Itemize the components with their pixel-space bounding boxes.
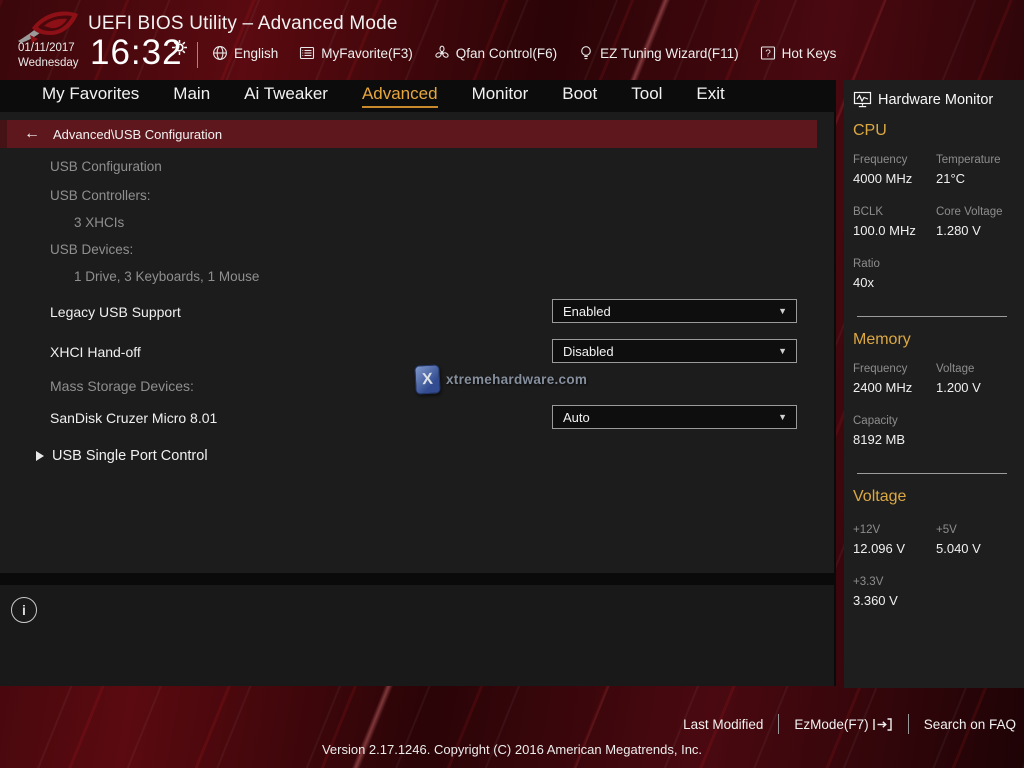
metric-voltage-5v: +5V 5.040 V (936, 524, 1024, 556)
metric-memory-voltage: Voltage 1.200 V (936, 363, 1024, 395)
cpu-metrics: Frequency 4000 MHz Temperature 21°C BCLK… (853, 154, 1024, 310)
toolbar-hotkeys[interactable]: ? Hot Keys (760, 45, 837, 61)
toolbar-qfan-label: Qfan Control(F6) (456, 46, 557, 61)
chevron-down-icon: ▼ (778, 306, 787, 316)
ezmode-label: EzMode(F7) (794, 717, 868, 732)
tab-exit[interactable]: Exit (696, 84, 724, 108)
hardware-monitor-title: Hardware Monitor (878, 92, 993, 108)
search-on-faq-button[interactable]: Search on FAQ (924, 717, 1016, 732)
info-icon: i (11, 597, 37, 623)
ezmode-button[interactable]: EzMode(F7) (794, 717, 892, 732)
dropdown-value: Disabled (563, 344, 614, 359)
dropdown-value: Auto (563, 410, 590, 425)
legacy-usb-support-dropdown[interactable]: Enabled ▼ (552, 299, 797, 323)
toolbar-myfavorite[interactable]: MyFavorite(F3) (299, 45, 413, 61)
app-title: UEFI BIOS Utility – Advanced Mode (88, 13, 398, 35)
date-text: 01/11/2017 (18, 41, 79, 56)
sandisk-device-dropdown[interactable]: Auto ▼ (552, 405, 797, 429)
tab-my-favorites[interactable]: My Favorites (42, 84, 139, 108)
datetime-date: 01/11/2017 Wednesday (18, 41, 79, 71)
section-divider (857, 316, 1007, 317)
main-menu-bar: My Favorites Main Ai Tweaker Advanced Mo… (0, 80, 836, 112)
tab-advanced[interactable]: Advanced (362, 84, 438, 108)
legacy-usb-support-label: Legacy USB Support (50, 304, 181, 320)
toolbar-qfan[interactable]: Qfan Control(F6) (434, 45, 557, 61)
watermark-x-logo: X (414, 364, 440, 394)
clock-time: 16:32 (90, 33, 183, 73)
globe-icon (212, 45, 228, 61)
watermark: X xtremehardware.com (415, 365, 587, 394)
fan-icon (434, 45, 450, 61)
usb-single-port-control-item[interactable]: USB Single Port Control (36, 448, 208, 464)
metric-voltage-3v3: +3.3V 3.360 V (853, 576, 936, 608)
main-column: My Favorites Main Ai Tweaker Advanced Mo… (0, 80, 836, 686)
xhci-handoff-dropdown[interactable]: Disabled ▼ (552, 339, 797, 363)
section-divider (857, 473, 1007, 474)
section-title-cpu: CPU (853, 122, 1024, 140)
settings-panel: ← Advanced\USB Configuration USB Configu… (0, 112, 834, 573)
submenu-arrow-icon (36, 451, 44, 461)
metric-memory-frequency: Frequency 2400 MHz (853, 363, 936, 395)
toolbar-divider (197, 42, 198, 68)
breadcrumb-path: Advanced\USB Configuration (53, 127, 222, 142)
toolbar-ez-tuning-label: EZ Tuning Wizard(F11) (600, 46, 739, 61)
chevron-down-icon: ▼ (778, 412, 787, 422)
tab-monitor[interactable]: Monitor (472, 84, 529, 108)
tab-boot[interactable]: Boot (562, 84, 597, 108)
section-title-memory: Memory (853, 331, 1024, 349)
footer-separator (908, 714, 909, 734)
metric-memory-capacity: Capacity 8192 MB (853, 415, 936, 447)
toolbar-language[interactable]: English (212, 45, 278, 61)
metric-cpu-core-voltage: Core Voltage 1.280 V (936, 206, 1024, 238)
header-toolbar: English MyFavorite(F3) Qfan Control(F6) (212, 40, 836, 66)
section-title-voltage: Voltage (853, 488, 1024, 506)
last-modified-button[interactable]: Last Modified (683, 717, 763, 732)
footer-links: Last Modified EzMode(F7) Search on FAQ (683, 711, 1016, 737)
watermark-text: xtremehardware.com (446, 372, 587, 387)
help-panel: i (0, 585, 834, 686)
xhci-handoff-label: XHCI Hand-off (50, 344, 141, 360)
usb-devices-value: 1 Drive, 3 Keyboards, 1 Mouse (74, 269, 259, 284)
favorites-list-icon (299, 45, 315, 61)
metric-cpu-temperature: Temperature 21°C (936, 154, 1024, 186)
usb-devices-heading: USB Devices: (50, 242, 133, 257)
tab-main[interactable]: Main (173, 84, 210, 108)
voltage-metrics: +12V 12.096 V +5V 5.040 V +3.3V 3.360 V (853, 524, 1024, 628)
metric-cpu-frequency: Frequency 4000 MHz (853, 154, 936, 186)
chevron-down-icon: ▼ (778, 346, 787, 356)
bios-screen: UEFI BIOS Utility – Advanced Mode 01/11/… (0, 0, 1024, 768)
lamp-icon (578, 45, 594, 61)
weekday-text: Wednesday (18, 56, 79, 71)
toolbar-myfavorite-label: MyFavorite(F3) (321, 46, 413, 61)
exit-arrow-icon (872, 717, 893, 732)
submenu-label: USB Single Port Control (52, 448, 208, 464)
tab-tool[interactable]: Tool (631, 84, 662, 108)
monitor-icon (853, 91, 872, 108)
toolbar-ez-tuning[interactable]: EZ Tuning Wizard(F11) (578, 45, 739, 61)
version-text: Version 2.17.1246. Copyright (C) 2016 Am… (0, 742, 1024, 757)
metric-voltage-12v: +12V 12.096 V (853, 524, 936, 556)
metric-cpu-ratio: Ratio 40x (853, 258, 936, 290)
toolbar-hotkeys-label: Hot Keys (782, 46, 837, 61)
memory-metrics: Frequency 2400 MHz Voltage 1.200 V Capac… (853, 363, 1024, 467)
footer-separator (778, 714, 779, 734)
hardware-monitor-sidebar: Hardware Monitor CPU Frequency 4000 MHz … (844, 80, 1024, 688)
gear-icon[interactable] (172, 40, 187, 55)
hardware-monitor-header: Hardware Monitor (844, 80, 1024, 108)
usb-controllers-value: 3 XHCIs (74, 215, 124, 230)
usb-configuration-heading: USB Configuration (50, 159, 162, 174)
dropdown-value: Enabled (563, 304, 611, 319)
mass-storage-heading: Mass Storage Devices: (50, 378, 194, 394)
metric-cpu-bclk: BCLK 100.0 MHz (853, 206, 936, 238)
usb-controllers-heading: USB Controllers: (50, 188, 151, 203)
breadcrumb: ← Advanced\USB Configuration (0, 120, 817, 148)
sandisk-device-label: SanDisk Cruzer Micro 8.01 (50, 410, 217, 426)
svg-text:?: ? (765, 49, 771, 60)
toolbar-language-label: English (234, 46, 278, 61)
tab-ai-tweaker[interactable]: Ai Tweaker (244, 84, 328, 108)
question-box-icon: ? (760, 45, 776, 61)
back-arrow-icon[interactable]: ← (24, 125, 40, 143)
